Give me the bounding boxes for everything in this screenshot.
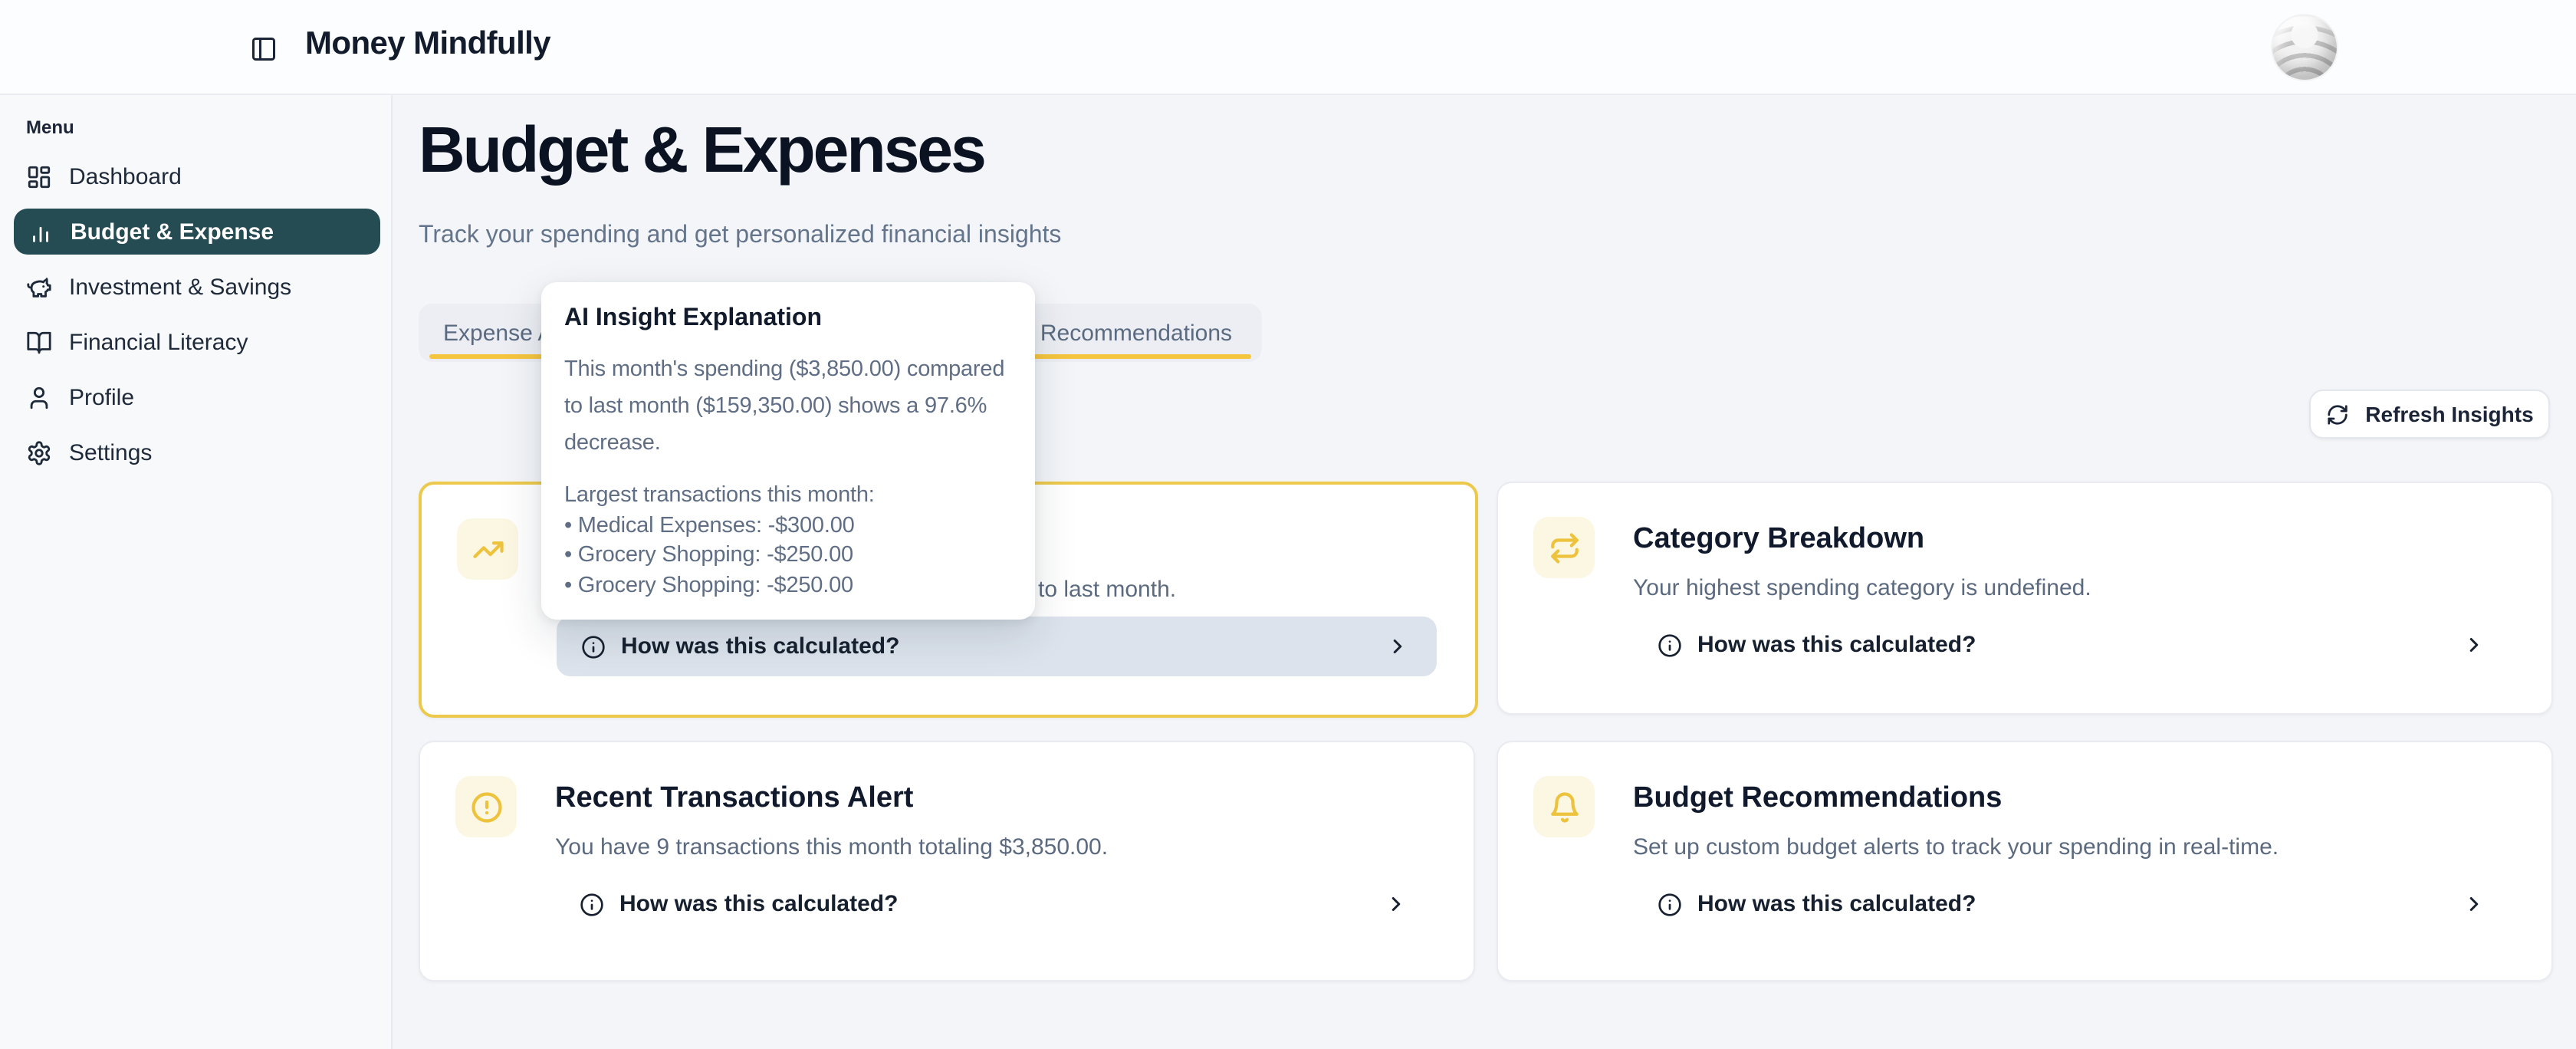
info-icon: [1658, 892, 1682, 916]
chart-column-icon: [28, 219, 54, 245]
how-calculated-button[interactable]: How was this calculated?: [555, 874, 1435, 934]
chevron-right-icon: [1386, 635, 1409, 658]
refresh-insights-label: Refresh Insights: [2365, 402, 2533, 426]
sidebar-item-financial-literacy[interactable]: Financial Literacy: [0, 314, 380, 370]
app-root: Money Mindfully Menu Dashboard Budget & …: [0, 0, 2576, 1049]
tooltip-title: AI Insight Explanation: [564, 304, 1012, 334]
card-description: You have 9 transactions this month total…: [555, 834, 1428, 865]
page-title: Budget & Expenses: [419, 113, 984, 187]
how-calculated-label: How was this calculated?: [619, 891, 898, 917]
sidebar-toggle-button[interactable]: [245, 31, 282, 67]
card-budget-recommendations: Budget Recommendations Set up custom bud…: [1497, 741, 2553, 982]
info-icon: [1658, 633, 1682, 657]
chevron-right-icon: [1385, 893, 1408, 916]
tooltip-transactions-list: Largest transactions this month: • Medic…: [564, 482, 1012, 601]
card-title: Budget Recommendations: [1633, 782, 2002, 819]
sidebar-item-budget-expense[interactable]: Budget & Expense: [14, 209, 380, 255]
chevron-right-icon: [2463, 633, 2486, 656]
ai-insight-tooltip: AI Insight Explanation This month's spen…: [541, 282, 1035, 620]
sidebar-item-dashboard[interactable]: Dashboard: [0, 149, 380, 204]
panel-left-icon: [250, 35, 278, 63]
sidebar-item-label: Investment & Savings: [69, 274, 291, 300]
how-calculated-label: How was this calculated?: [621, 633, 899, 659]
card-title: Category Breakdown: [1633, 523, 1924, 560]
info-icon: [580, 892, 604, 916]
alert-circle-icon: [455, 776, 517, 837]
sidebar-item-label: Budget & Expense: [71, 219, 274, 245]
chevron-right-icon: [2463, 893, 2486, 916]
sidebar-section-label: Menu: [26, 117, 74, 138]
card-category-breakdown: Category Breakdown Your highest spending…: [1497, 482, 2553, 715]
sidebar-item-investment-savings[interactable]: Investment & Savings: [0, 259, 380, 314]
book-open-icon: [26, 329, 52, 355]
tooltip-paragraph: This month's spending ($3,850.00) compar…: [564, 351, 1012, 462]
card-description: Set up custom budget alerts to track you…: [1633, 834, 2505, 865]
card-description: Your highest spending category is undefi…: [1633, 575, 2505, 606]
how-calculated-button[interactable]: How was this calculated?: [557, 617, 1437, 676]
sidebar-item-label: Profile: [69, 384, 134, 410]
card-recent-transactions-alert: Recent Transactions Alert You have 9 tra…: [419, 741, 1475, 982]
sidebar-item-label: Dashboard: [69, 163, 182, 189]
tooltip-list-intro: Largest transactions this month:: [564, 482, 1012, 511]
refresh-insights-button[interactable]: Refresh Insights: [2309, 390, 2550, 439]
sidebar-item-label: Financial Literacy: [69, 329, 248, 355]
tooltip-bullet: • Grocery Shopping: -$250.00: [564, 541, 1012, 571]
bell-icon: [1533, 776, 1595, 837]
how-calculated-label: How was this calculated?: [1697, 891, 1976, 917]
tooltip-bullet: • Medical Expenses: -$300.00: [564, 511, 1012, 541]
tooltip-bullet: • Grocery Shopping: -$250.00: [564, 571, 1012, 601]
sidebar: Menu Dashboard Budget & Expense Investme…: [0, 94, 393, 1049]
piggy-bank-icon: [26, 274, 52, 300]
user-icon: [26, 384, 52, 410]
sidebar-item-label: Settings: [69, 439, 152, 465]
info-icon: [581, 634, 606, 659]
gear-icon: [26, 439, 52, 465]
how-calculated-label: How was this calculated?: [1697, 632, 1976, 658]
app-title: Money Mindfully: [305, 26, 550, 63]
how-calculated-button[interactable]: How was this calculated?: [1633, 874, 2513, 934]
avatar[interactable]: [2272, 15, 2337, 80]
dashboard-icon: [26, 163, 52, 189]
sidebar-item-profile[interactable]: Profile: [0, 370, 380, 425]
card-title: Recent Transactions Alert: [555, 782, 913, 819]
refresh-icon: [2325, 403, 2348, 426]
sidebar-item-settings[interactable]: Settings: [0, 425, 380, 480]
top-header: Money Mindfully: [0, 0, 2576, 95]
trending-up-icon: [457, 518, 518, 580]
sidebar-nav: Dashboard Budget & Expense Investment & …: [0, 149, 391, 480]
how-calculated-button[interactable]: How was this calculated?: [1633, 615, 2513, 675]
repeat-icon: [1533, 517, 1595, 578]
page-subtitle: Track your spending and get personalized…: [419, 222, 1061, 250]
